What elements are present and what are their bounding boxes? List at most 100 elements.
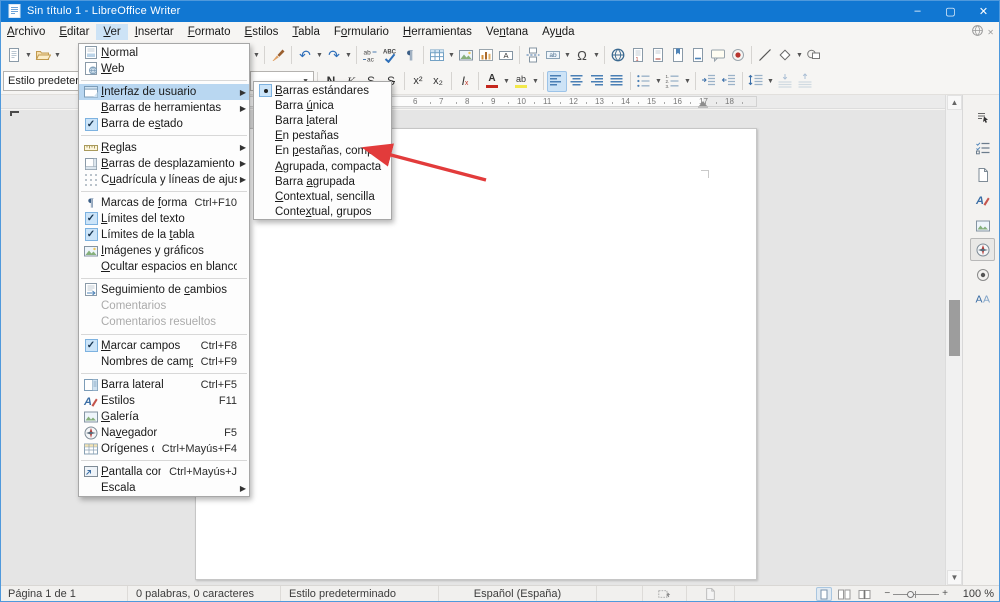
formatting-marks-icon[interactable]: ¶ (400, 45, 420, 66)
sidebar-tab-manage-changes[interactable] (970, 263, 995, 286)
align-justify-icon[interactable] (607, 71, 627, 92)
menubar-item-editar[interactable]: Editar (52, 24, 96, 40)
menu-item-reglas[interactable]: Reglas ▶ (79, 139, 249, 155)
indent-decrease-icon[interactable] (719, 71, 739, 92)
submenu-item-contextual-sencilla[interactable]: Contextual, sencilla (254, 189, 391, 204)
submenu-item-agrupada-compacta[interactable]: Agrupada, compacta (254, 159, 391, 174)
menubar-item-insertar[interactable]: Insertar (128, 24, 181, 40)
dropdown-arrow-icon[interactable]: ▼ (53, 52, 62, 59)
menu-item-web[interactable]: Web (79, 61, 249, 77)
insert-hyperlink-icon[interactable] (608, 45, 628, 66)
insert-footnote-icon[interactable]: 1 (628, 45, 648, 66)
clone-formatting-icon[interactable] (268, 45, 288, 66)
menu-item-interfaz-de-usuario[interactable]: Interfaz de usuario ▶ (79, 84, 249, 101)
status-selection-mode-icon[interactable] (643, 586, 687, 602)
spelling-icon[interactable]: ABC (380, 45, 400, 66)
align-center-icon[interactable] (567, 71, 587, 92)
sidebar-tab-gallery[interactable] (970, 214, 995, 237)
align-right-icon[interactable] (587, 71, 607, 92)
menubar-globe-icon[interactable] (971, 24, 984, 40)
view-single-page-icon[interactable] (816, 587, 833, 601)
sidebar-tab-style-inspector[interactable]: AA (970, 286, 995, 309)
menu-item-imagenes-y-graficos[interactable]: Imágenes y gráficos (79, 243, 249, 259)
menu-item-pantalla-completa[interactable]: Pantalla completa Ctrl+Mayús+J (79, 464, 249, 480)
indent-increase-icon[interactable] (699, 71, 719, 92)
menu-item-seguimiento-de-cambios[interactable]: Seguimiento de cambios (79, 282, 249, 298)
status-page-count[interactable]: Página 1 de 1 (0, 586, 128, 602)
view-multiple-pages-icon[interactable] (836, 587, 852, 601)
insert-table-icon[interactable] (427, 45, 447, 66)
zoom-level[interactable]: 100 % (958, 588, 994, 600)
submenu-item-barra-unica[interactable]: Barra única (254, 98, 391, 113)
menubar-item-ver[interactable]: Ver (96, 24, 128, 40)
menu-item-estilos[interactable]: A Estilos F11 (79, 393, 249, 409)
submenu-item-en-pestanas[interactable]: En pestañas (254, 129, 391, 144)
bullet-list-icon[interactable] (634, 71, 654, 92)
submenu-item-barra-lateral[interactable]: Barra lateral (254, 113, 391, 128)
scroll-down-arrow[interactable]: ▼ (947, 570, 962, 585)
subscript-icon[interactable]: x₂ (428, 71, 448, 92)
menu-item-barras-de-desplazamiento[interactable]: Barras de desplazamiento ▶ (79, 156, 249, 172)
close-button[interactable]: ✕ (967, 0, 1000, 22)
insert-image-icon[interactable] (456, 45, 476, 66)
dropdown-arrow-icon[interactable]: ▼ (592, 52, 601, 59)
menu-item-limites-de-la-tabla[interactable]: ✓ Límites de la tabla (79, 227, 249, 243)
ruler-margin-marker[interactable] (698, 106, 708, 108)
menu-item-nombres-de-campo[interactable]: Nombres de campo Ctrl+F9 (79, 354, 249, 370)
open-folder-icon[interactable] (33, 45, 53, 66)
dropdown-arrow-icon[interactable]: ▼ (252, 52, 261, 59)
menu-item-escala[interactable]: Escala ▶ (79, 480, 249, 496)
menu-item-galeria[interactable]: Galería (79, 409, 249, 425)
zoom-out-icon[interactable]: − (884, 589, 890, 599)
menu-item-marcar-campos[interactable]: ✓ Marcar campos Ctrl+F8 (79, 338, 249, 354)
menu-item-normal[interactable]: Normal (79, 45, 249, 61)
insert-field-icon[interactable]: ab (543, 45, 563, 66)
status-language[interactable]: Español (España) (439, 586, 597, 602)
dropdown-arrow-icon[interactable]: ▼ (344, 52, 353, 59)
insert-comment-icon[interactable] (708, 45, 728, 66)
sidebar-tab-navigator[interactable] (970, 238, 995, 261)
menubar-item-herramientas[interactable]: Herramientas (396, 24, 479, 40)
menubar-item-ayuda[interactable]: Ayuda (535, 24, 581, 40)
submenu-item-barra-agrupada[interactable]: Barra agrupada (254, 174, 391, 189)
view-book-icon[interactable] (856, 587, 872, 601)
font-color-icon[interactable]: A (482, 71, 502, 92)
menubar-item-ventana[interactable]: Ventana (479, 24, 535, 40)
insert-chart-icon[interactable] (476, 45, 496, 66)
sidebar-tab-styles[interactable]: A (970, 188, 995, 211)
numbered-list-icon[interactable]: 1. 2. 3. (663, 71, 683, 92)
menu-item-barras-de-herramientas[interactable]: Barras de herramientas ▶ (79, 100, 249, 116)
menubar-item-estilos[interactable]: Estilos (238, 24, 286, 40)
submenu-item-contextual-grupos[interactable]: Contextual, grupos (254, 205, 391, 220)
dropdown-arrow-icon[interactable]: ▼ (315, 52, 324, 59)
find-replace-icon[interactable]: ab ac (360, 45, 380, 66)
vertical-scrollbar[interactable]: ▲ ▼ (945, 95, 962, 585)
insert-line-icon[interactable] (755, 45, 775, 66)
line-spacing-icon[interactable] (746, 71, 766, 92)
status-document-modified-icon[interactable] (687, 586, 735, 602)
zoom-slider-handle[interactable] (907, 590, 915, 598)
highlight-color-icon[interactable]: ab (511, 71, 531, 92)
redo-icon[interactable]: ↷ (324, 45, 344, 66)
clear-formatting-icon[interactable]: Ix (455, 71, 475, 92)
menu-item-barra-lateral[interactable]: Barra lateral Ctrl+F5 (79, 377, 249, 393)
dropdown-arrow-icon[interactable]: ▼ (531, 78, 540, 85)
basic-shapes-icon[interactable] (775, 45, 795, 66)
dropdown-arrow-icon[interactable]: ▼ (502, 78, 511, 85)
undo-icon[interactable]: ↶ (295, 45, 315, 66)
menubar-item-archivo[interactable]: Archivo (0, 24, 52, 40)
insert-cross-reference-icon[interactable] (688, 45, 708, 66)
special-character-icon[interactable]: Ω (572, 45, 592, 66)
menubar-item-formulario[interactable]: Formulario (327, 24, 396, 40)
insert-endnote-icon[interactable] (648, 45, 668, 66)
dropdown-arrow-icon[interactable]: ▼ (563, 52, 572, 59)
sidebar-tab-page[interactable] (970, 163, 995, 186)
dropdown-arrow-icon[interactable]: ▼ (654, 78, 663, 85)
insert-textbox-icon[interactable]: A (496, 45, 516, 66)
zoom-in-icon[interactable]: + (942, 589, 948, 599)
record-changes-icon[interactable] (728, 45, 748, 66)
align-left-icon[interactable] (547, 70, 567, 92)
menu-item-ocultar-espacios-en-blanco[interactable]: Ocultar espacios en blanco (79, 259, 249, 275)
dropdown-arrow-icon[interactable]: ▼ (795, 52, 804, 59)
menubar-item-tabla[interactable]: Tabla (285, 24, 327, 40)
